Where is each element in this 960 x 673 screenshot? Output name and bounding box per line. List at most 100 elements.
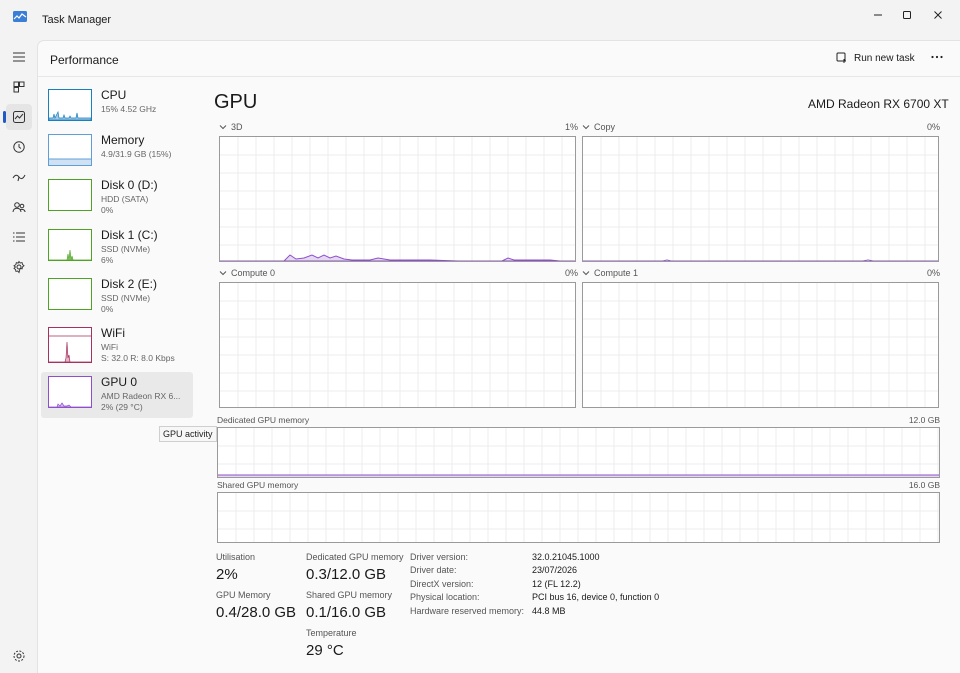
run-new-task-button[interactable]: Run new task — [836, 52, 915, 64]
dedicated-gpu-memory-label: Dedicated GPU memory — [306, 552, 404, 562]
users-icon — [12, 202, 26, 213]
resource-item-gpu-0[interactable]: GPU 0 AMD Radeon RX 6... 2% (29 °C) — [41, 372, 193, 418]
engine-selector-compute-0[interactable]: Compute 0 — [219, 268, 275, 278]
resource-detail: 4.9/31.9 GB (15%) — [101, 149, 172, 159]
chevron-down-icon — [219, 271, 227, 276]
resource-item-cpu[interactable]: CPU 15% 4.52 GHz — [41, 85, 193, 131]
nav-processes[interactable] — [6, 74, 32, 100]
nav-settings[interactable] — [6, 643, 32, 669]
engine-selector-copy[interactable]: Copy — [582, 122, 615, 132]
resource-usage: 6% — [101, 255, 114, 265]
resource-detail: WiFi — [101, 342, 118, 352]
engine-label: Compute 0 — [231, 268, 276, 278]
nav-startup-apps[interactable] — [6, 164, 32, 190]
gpu-memory-value: 0.4/28.0 GB — [216, 604, 297, 621]
maximize-icon — [903, 11, 911, 19]
resource-usage: 2% (29 °C) — [101, 402, 143, 412]
engine-graph-compute-0 — [219, 282, 576, 408]
utilisation-value: 2% — [216, 566, 238, 583]
shared-gpu-memory-value: 0.1/16.0 GB — [306, 604, 387, 621]
nav-app-history[interactable] — [6, 134, 32, 160]
resource-usage: 0% — [101, 205, 114, 215]
performance-icon — [13, 111, 25, 123]
chevron-down-icon — [582, 125, 590, 130]
disk-2-thumbnail — [48, 278, 92, 310]
temperature-label: Temperature — [306, 628, 357, 638]
resource-item-memory[interactable]: Memory 4.9/31.9 GB (15%) — [41, 130, 193, 176]
hardware-reserved-memory-value: 44.8 MB — [532, 606, 566, 616]
chevron-down-icon — [219, 125, 227, 130]
engine-percent: 1% — [564, 122, 578, 132]
navigation-rail — [0, 40, 37, 673]
directx-version-key: DirectX version: — [410, 579, 474, 589]
engine-percent: 0% — [564, 268, 578, 278]
graph-grid — [220, 283, 575, 407]
physical-location-value: PCI bus 16, device 0, function 0 — [532, 592, 660, 602]
engine-label: Compute 1 — [594, 268, 639, 278]
engine-graph-3d — [219, 136, 576, 262]
graph-grid — [218, 493, 939, 542]
gpu-memory-label: GPU Memory — [216, 590, 271, 600]
tooltip: GPU activity — [159, 426, 217, 442]
resource-name: WiFi — [101, 326, 125, 340]
minimize-icon — [874, 14, 882, 16]
header-divider — [38, 76, 960, 77]
content-pane: Performance Run new task CPU 15% 4.52 GH… — [37, 40, 960, 673]
hamburger-button[interactable] — [6, 44, 32, 70]
resource-name: CPU — [101, 88, 127, 102]
engine-3d-line — [220, 254, 575, 261]
engine-label: Copy — [594, 122, 616, 132]
engine-copy-line — [583, 259, 938, 261]
engine-graph-copy — [582, 136, 939, 262]
settings-icon — [13, 650, 25, 662]
resource-detail: SSD (NVMe) — [101, 244, 151, 254]
shared-memory-max: 16.0 GB — [908, 480, 940, 490]
memory-thumbnail — [48, 134, 92, 166]
dedicated-gpu-memory-value: 0.3/12.0 GB — [306, 566, 387, 583]
close-icon — [934, 11, 942, 19]
resource-throughput: S: 32.0 R: 8.0 Kbps — [101, 353, 175, 363]
resource-item-wifi[interactable]: WiFi WiFi S: 32.0 R: 8.0 Kbps — [41, 323, 193, 369]
cpu-thumbnail — [48, 89, 92, 121]
resource-name: Disk 1 (C:) — [101, 228, 158, 242]
more-options-button[interactable] — [930, 50, 944, 67]
driver-version-value: 32.0.21045.1000 — [532, 552, 600, 562]
resource-item-disk-1[interactable]: Disk 1 (C:) SSD (NVMe) 6% — [41, 225, 193, 271]
resource-detail: SSD (NVMe) — [101, 293, 151, 303]
resource-item-disk-0[interactable]: Disk 0 (D:) HDD (SATA) 0% — [41, 175, 193, 221]
temperature-value: 29 °C — [306, 642, 344, 659]
app-history-icon — [13, 141, 25, 153]
nav-services[interactable] — [6, 254, 32, 280]
resource-name: Disk 2 (E:) — [101, 277, 158, 291]
dedicated-memory-label: Dedicated GPU memory — [217, 415, 310, 425]
processes-icon — [13, 81, 25, 93]
graph-grid — [583, 283, 938, 407]
engine-selector-compute-1[interactable]: Compute 1 — [582, 268, 638, 278]
gpu-0-thumbnail — [48, 376, 92, 408]
resource-name: Disk 0 (D:) — [101, 178, 158, 192]
nav-users[interactable] — [6, 194, 32, 220]
engine-percent: 0% — [926, 122, 940, 132]
resource-detail: 15% 4.52 GHz — [101, 104, 157, 114]
driver-date-value: 23/07/2026 — [532, 565, 578, 575]
close-button[interactable] — [922, 4, 954, 26]
run-new-task-label: Run new task — [854, 52, 915, 64]
shared-memory-label: Shared GPU memory — [217, 480, 299, 490]
maximize-button[interactable] — [891, 4, 923, 26]
disk-0-thumbnail — [48, 179, 92, 211]
resource-detail: AMD Radeon RX 6... — [101, 391, 181, 401]
task-manager-icon — [13, 11, 27, 22]
resource-item-disk-2[interactable]: Disk 2 (E:) SSD (NVMe) 0% — [41, 274, 193, 320]
nav-performance[interactable] — [3, 104, 32, 130]
more-options-icon — [931, 55, 943, 59]
page-title: Performance — [50, 53, 119, 67]
nav-details[interactable] — [6, 224, 32, 250]
chevron-down-icon — [582, 271, 590, 276]
minimize-button[interactable] — [862, 4, 894, 26]
engine-selector-3d[interactable]: 3D — [219, 122, 243, 132]
startup-apps-icon — [12, 174, 26, 182]
engine-label: 3D — [231, 122, 243, 132]
driver-date-key: Driver date: — [410, 565, 457, 575]
shared-memory-graph — [217, 492, 940, 543]
dedicated-memory-max: 12.0 GB — [908, 415, 940, 425]
